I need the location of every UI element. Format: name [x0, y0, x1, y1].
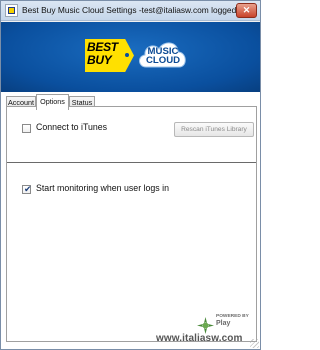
best-buy-logo-text: BEST BUY: [87, 40, 118, 67]
options-panel: Connect to iTunes Rescan iTunes Library …: [6, 106, 257, 342]
title-bar[interactable]: Best Buy Music Cloud Settings -test@ital…: [1, 1, 260, 21]
connect-itunes-checkbox[interactable]: [22, 124, 31, 133]
settings-window: Best Buy Music Cloud Settings -test@ital…: [0, 0, 261, 350]
start-monitoring-label[interactable]: Start monitoring when user logs in: [36, 183, 169, 193]
logo-banner: BEST BUY MUSIC CLOUD: [1, 22, 260, 92]
rescan-itunes-library-button[interactable]: Rescan iTunes Library: [174, 122, 254, 137]
watermark-play: Play: [216, 320, 231, 327]
settings-content: Account Options Status Connect to iTunes…: [1, 92, 260, 349]
start-monitoring-checkbox[interactable]: ✔: [22, 184, 32, 194]
close-button[interactable]: ✕: [236, 3, 257, 18]
section-divider: [7, 162, 256, 163]
connect-itunes-label[interactable]: Connect to iTunes: [36, 122, 107, 132]
checkmark-icon: ✔: [24, 184, 32, 194]
app-icon: [5, 4, 18, 17]
watermark-powered-by: POWERED BY: [216, 314, 249, 319]
tab-options[interactable]: Options: [36, 94, 69, 110]
music-cloud-logo-text: MUSIC CLOUD: [145, 46, 181, 66]
resize-grip[interactable]: [250, 339, 259, 348]
window-title: Best Buy Music Cloud Settings -test@ital…: [22, 5, 248, 15]
playsoft-logo-icon: [197, 317, 214, 334]
watermark-url: www.italiasw.com: [156, 333, 243, 344]
